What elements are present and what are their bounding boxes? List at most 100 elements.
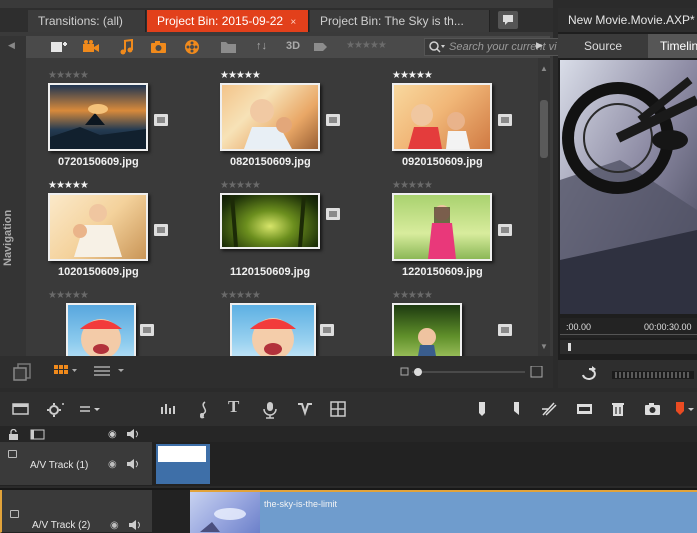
collapse-arrow-icon[interactable]: ◀ xyxy=(8,40,15,51)
media-item[interactable]: ★★★★★ 0920150609.jpg xyxy=(392,68,538,178)
jog-wheel[interactable] xyxy=(612,370,694,382)
layout-toggle-icon[interactable] xyxy=(12,362,34,385)
media-thumbnail[interactable] xyxy=(220,83,320,151)
rating-stars[interactable]: ★★★★★ xyxy=(392,70,433,81)
media-thumbnail[interactable] xyxy=(48,83,148,151)
track-lane[interactable]: the-sky-is-the-limit xyxy=(152,490,697,533)
tab-transitions[interactable]: Transitions: (all) xyxy=(28,10,146,32)
media-thumbnail[interactable] xyxy=(220,193,320,249)
title-editor-icon[interactable]: T xyxy=(228,398,239,415)
timeline-clip[interactable] xyxy=(156,444,210,484)
media-item[interactable]: ★★★★★ 1120150609.jpg xyxy=(220,178,390,288)
media-thumbnail[interactable] xyxy=(66,303,136,356)
media-thumbnail[interactable] xyxy=(392,83,492,151)
folder-icon[interactable] xyxy=(220,39,238,55)
project-filter-icon[interactable] xyxy=(184,39,202,55)
media-item[interactable]: ★★★★★ 1020150609.jpg xyxy=(48,178,218,288)
dynamic-length-icon[interactable] xyxy=(576,401,594,420)
razor-icon[interactable] xyxy=(540,401,558,420)
folder-icon[interactable] xyxy=(326,114,340,126)
media-thumbnail[interactable] xyxy=(392,193,492,261)
scrubber[interactable] xyxy=(560,340,697,354)
timecode-ruler[interactable]: :00.00 00:00:30.00 xyxy=(560,318,697,338)
new-tab-icon[interactable] xyxy=(498,11,518,29)
folder-icon[interactable] xyxy=(498,324,512,336)
track-layout-icon[interactable] xyxy=(12,401,32,420)
list-view-icon[interactable] xyxy=(94,365,128,382)
eye-icon[interactable]: ◉ xyxy=(108,459,117,470)
media-thumbnail[interactable] xyxy=(230,303,316,356)
media-item[interactable]: ★★★★★ xyxy=(48,288,218,356)
close-icon[interactable]: × xyxy=(290,17,296,28)
tab-timeline[interactable]: Timeline xyxy=(648,34,697,58)
folder-icon[interactable] xyxy=(320,324,334,336)
scroll-down-icon[interactable]: ▼ xyxy=(538,342,550,351)
folder-icon[interactable] xyxy=(154,114,168,126)
sort-icon[interactable]: ↑↓ xyxy=(256,40,267,52)
voice-over-icon[interactable] xyxy=(262,401,278,422)
tag-icon[interactable] xyxy=(312,39,330,55)
media-item[interactable]: ★★★★★ 1220150609.jpg xyxy=(392,178,538,288)
folder-icon[interactable] xyxy=(140,324,154,336)
audio-filter-icon[interactable] xyxy=(118,38,136,55)
scrollbar-thumb[interactable] xyxy=(540,100,548,158)
lock-icon[interactable] xyxy=(10,510,19,518)
scrubber-options-icon[interactable] xyxy=(78,401,104,420)
search-icon[interactable] xyxy=(428,39,446,55)
rating-stars[interactable]: ★★★★★ xyxy=(220,70,261,81)
scroll-right-icon[interactable]: ▶ xyxy=(536,40,554,56)
media-thumbnail[interactable] xyxy=(48,193,148,261)
rating-stars[interactable]: ★★★★★ xyxy=(48,290,89,301)
track-header[interactable]: A/V Track (2) ◉ xyxy=(0,490,152,533)
video-filter-icon[interactable] xyxy=(82,39,100,55)
media-thumbnail[interactable] xyxy=(392,303,462,356)
add-marker-icon[interactable] xyxy=(674,401,696,420)
grid-view-icon[interactable] xyxy=(54,365,78,382)
marker-alt-icon[interactable] xyxy=(510,401,522,420)
rating-stars[interactable]: ★★★★★ xyxy=(392,180,433,191)
media-item[interactable]: ★★★★★ 0720150609.jpg xyxy=(48,68,218,178)
import-media-icon[interactable] xyxy=(50,39,68,55)
tab-source[interactable]: Source xyxy=(558,34,648,58)
video-preview[interactable] xyxy=(560,60,697,314)
tab-project-bin-sky[interactable]: Project Bin: The Sky is th... xyxy=(310,10,490,32)
folder-icon[interactable] xyxy=(154,224,168,236)
zoom-slider[interactable] xyxy=(400,365,546,383)
snapshot-icon[interactable] xyxy=(644,401,662,420)
photo-filter-icon[interactable] xyxy=(150,39,168,55)
media-item[interactable]: ★★★★★ xyxy=(392,288,538,356)
rating-filter[interactable]: ★★★★★ xyxy=(346,40,387,51)
eye-icon[interactable]: ◉ xyxy=(108,429,117,440)
rating-stars[interactable]: ★★★★★ xyxy=(48,180,89,191)
lock-icon[interactable] xyxy=(8,450,17,458)
rating-stars[interactable]: ★★★★★ xyxy=(220,290,261,301)
track-lane[interactable] xyxy=(152,442,697,486)
settings-icon[interactable] xyxy=(46,401,66,420)
speaker-icon[interactable] xyxy=(126,428,140,443)
stereoscopic-3d-toggle[interactable]: 3D xyxy=(286,40,300,52)
track-header[interactable]: A/V Track (1) ◉ xyxy=(0,442,152,486)
eye-icon[interactable]: ◉ xyxy=(110,520,119,531)
timeline-clip[interactable]: the-sky-is-the-limit xyxy=(190,490,697,533)
media-item[interactable]: ★★★★★ xyxy=(220,288,390,356)
navigation-sidebar[interactable]: ◀ Navigation xyxy=(0,36,26,356)
rating-stars[interactable]: ★★★★★ xyxy=(220,180,261,191)
audio-mixer-icon[interactable] xyxy=(160,401,178,420)
scorefitter-icon[interactable] xyxy=(196,401,212,422)
media-item[interactable]: ★★★★★ 0820150609.jpg xyxy=(220,68,390,178)
scrubber-handle[interactable] xyxy=(568,343,571,351)
folder-icon[interactable] xyxy=(326,208,340,220)
loop-icon[interactable] xyxy=(580,366,600,385)
delete-icon[interactable] xyxy=(610,401,626,420)
storyboard-icon[interactable] xyxy=(330,401,346,420)
rating-stars[interactable]: ★★★★★ xyxy=(392,290,433,301)
tab-project-bin-active[interactable]: Project Bin: 2015-09-22 × xyxy=(147,10,309,32)
rating-stars[interactable]: ★★★★★ xyxy=(48,70,89,81)
folder-icon[interactable] xyxy=(498,114,512,126)
folder-icon[interactable] xyxy=(498,224,512,236)
scroll-up-icon[interactable]: ▲ xyxy=(538,64,550,73)
marker-icon[interactable] xyxy=(476,401,488,420)
speaker-icon[interactable] xyxy=(128,519,142,533)
speaker-icon[interactable] xyxy=(126,458,140,473)
snapping-icon[interactable] xyxy=(296,401,314,420)
